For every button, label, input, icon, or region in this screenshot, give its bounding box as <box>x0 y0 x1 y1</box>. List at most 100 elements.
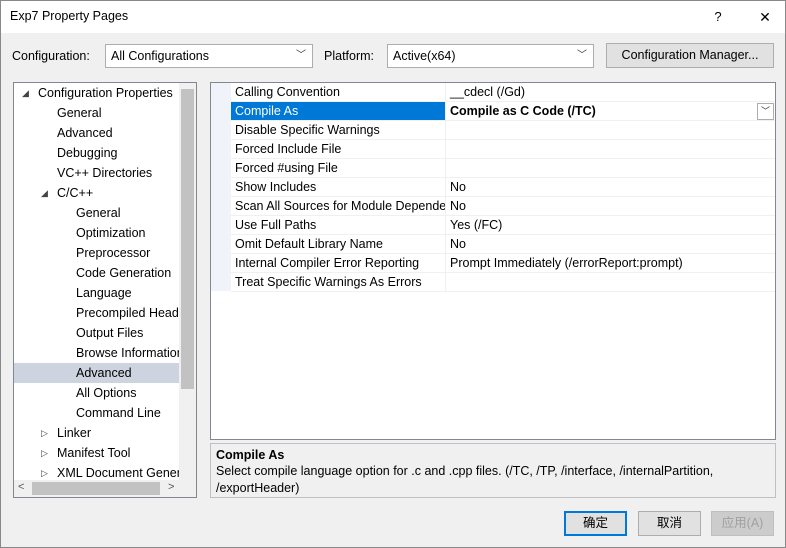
scroll-left-icon[interactable]: < <box>18 481 24 493</box>
tree-item[interactable]: Precompiled Headers <box>14 303 180 323</box>
description-title: Compile As <box>216 448 285 462</box>
tree-item-label: Output Files <box>76 326 144 340</box>
chevron-down-icon: ﹀ <box>577 50 587 61</box>
tree-item[interactable]: ▷ Manifest Tool <box>14 443 180 463</box>
property-value[interactable]: Compile as C Code (/TC) <box>446 102 775 121</box>
property-value[interactable] <box>446 121 775 140</box>
tree-items: ◢ Configuration Properties General Advanced… <box>14 83 180 483</box>
tree-item[interactable]: Advanced <box>14 363 180 383</box>
tree-item-label: All Options <box>76 386 137 400</box>
tree-item[interactable]: General <box>14 103 180 123</box>
property-name: Show Includes <box>231 178 446 197</box>
property-name: Calling Convention <box>231 83 446 102</box>
property-value[interactable]: Yes (/FC) <box>446 216 775 235</box>
expanded-arrow-icon[interactable]: ◢ <box>41 183 48 203</box>
property-value[interactable] <box>446 159 775 178</box>
configuration-value: All Configurations <box>111 49 209 63</box>
property-value[interactable]: No <box>446 235 775 254</box>
description-panel: Compile As Select compile language optio… <box>210 443 776 498</box>
cancel-button[interactable]: 取消 <box>638 511 701 536</box>
collapsed-arrow-icon[interactable]: ▷ <box>41 423 48 443</box>
property-row[interactable]: Forced #using File <box>211 159 775 178</box>
property-name: Internal Compiler Error Reporting <box>231 254 446 273</box>
value-dropdown-button[interactable]: ﹀ <box>757 103 774 120</box>
tree-item-label: Advanced <box>57 126 113 140</box>
tree-item-label: Manifest Tool <box>57 446 131 460</box>
tree-item[interactable]: ◢ Configuration Properties <box>14 83 180 103</box>
configuration-label: Configuration: <box>12 49 90 63</box>
tree-item[interactable]: ▷ Linker <box>14 423 180 443</box>
tree-item[interactable]: Output Files <box>14 323 180 343</box>
scroll-right-icon[interactable]: > <box>168 481 174 493</box>
property-name: Omit Default Library Name <box>231 235 446 254</box>
tree-item[interactable]: All Options <box>14 383 180 403</box>
property-row[interactable]: Forced Include File <box>211 140 775 159</box>
property-row[interactable]: Internal Compiler Error Reporting Prompt … <box>211 254 775 273</box>
tree-item[interactable]: ◢ C/C++ <box>14 183 180 203</box>
tree-item-label: Language <box>76 286 132 300</box>
tree-item-label: Precompiled Headers <box>76 306 180 320</box>
scroll-thumb[interactable] <box>181 89 194 389</box>
property-row[interactable]: Scan All Sources for Module Dependencies… <box>211 197 775 216</box>
platform-select[interactable]: Active(x64) ﹀ <box>387 44 594 68</box>
property-name: Use Full Paths <box>231 216 446 235</box>
property-name: Forced #using File <box>231 159 446 178</box>
property-row[interactable]: Disable Specific Warnings <box>211 121 775 140</box>
scroll-thumb[interactable] <box>32 482 160 495</box>
tree-item[interactable]: Preprocessor <box>14 243 180 263</box>
description-text-line1: Select compile language option for .c an… <box>216 464 714 478</box>
tree-vertical-scrollbar[interactable] <box>179 83 196 483</box>
property-grid: Calling Convention __cdecl (/Gd) Compile A… <box>210 82 776 440</box>
tree-item[interactable]: General <box>14 203 180 223</box>
apply-button[interactable]: 应用(A) <box>711 511 774 536</box>
property-value[interactable]: No <box>446 197 775 216</box>
tree-item[interactable]: Language <box>14 283 180 303</box>
property-row[interactable]: Treat Specific Warnings As Errors <box>211 273 775 292</box>
chevron-down-icon: ﹀ <box>296 50 306 61</box>
configuration-select[interactable]: All Configurations ﹀ <box>105 44 313 68</box>
property-row[interactable]: Use Full Paths Yes (/FC) <box>211 216 775 235</box>
property-row[interactable]: Calling Convention __cdecl (/Gd) <box>211 83 775 102</box>
tree-horizontal-scrollbar[interactable]: < > <box>14 480 196 497</box>
property-value[interactable]: __cdecl (/Gd) <box>446 83 775 102</box>
tree-item[interactable]: Browse Information <box>14 343 180 363</box>
tree-item-label: Command Line <box>76 406 161 420</box>
property-name: Disable Specific Warnings <box>231 121 446 140</box>
help-button[interactable]: ? <box>701 1 735 33</box>
description-text-line2: /exportHeader) <box>216 481 300 495</box>
property-value[interactable]: No <box>446 178 775 197</box>
tree-item-label: Advanced <box>76 366 132 380</box>
tree-item-label: Preprocessor <box>76 246 151 260</box>
property-name: Scan All Sources for Module Dependencies <box>231 197 446 216</box>
property-value[interactable] <box>446 140 775 159</box>
tree-item[interactable]: Command Line <box>14 403 180 423</box>
property-row[interactable]: Omit Default Library Name No <box>211 235 775 254</box>
tree-item-label: General <box>76 206 121 220</box>
ok-button[interactable]: 确定 <box>564 511 627 536</box>
tree-item-label: Optimization <box>76 226 146 240</box>
property-row[interactable]: Compile As Compile as C Code (/TC) ﹀ <box>211 102 775 121</box>
property-name: Forced Include File <box>231 140 446 159</box>
title-bar: Exp7 Property Pages ? ✕ <box>1 1 785 33</box>
platform-label: Platform: <box>324 49 375 63</box>
configuration-manager-button[interactable]: Configuration Manager... <box>606 43 774 68</box>
category-tree[interactable]: ◢ Configuration Properties General Advanced… <box>13 82 197 498</box>
expanded-arrow-icon[interactable]: ◢ <box>22 83 29 103</box>
tree-item[interactable]: Debugging <box>14 143 180 163</box>
property-value[interactable] <box>446 273 775 292</box>
property-name: Compile As <box>231 102 446 121</box>
tree-item[interactable]: Code Generation <box>14 263 180 283</box>
property-name: Treat Specific Warnings As Errors <box>231 273 446 292</box>
tree-item[interactable]: Advanced <box>14 123 180 143</box>
property-value[interactable]: Prompt Immediately (/errorReport:prompt) <box>446 254 775 273</box>
tree-item-label: Linker <box>57 426 92 440</box>
tree-item[interactable]: VC++ Directories <box>14 163 180 183</box>
close-button[interactable]: ✕ <box>747 1 783 33</box>
tree-item[interactable]: Optimization <box>14 223 180 243</box>
tree-item-label: VC++ Directories <box>57 166 153 180</box>
tree-item-label: Browse Information <box>76 346 180 360</box>
tree-item-label: General <box>57 106 102 120</box>
collapsed-arrow-icon[interactable]: ▷ <box>41 443 48 463</box>
window-title: Exp7 Property Pages <box>10 9 129 23</box>
property-row[interactable]: Show Includes No <box>211 178 775 197</box>
